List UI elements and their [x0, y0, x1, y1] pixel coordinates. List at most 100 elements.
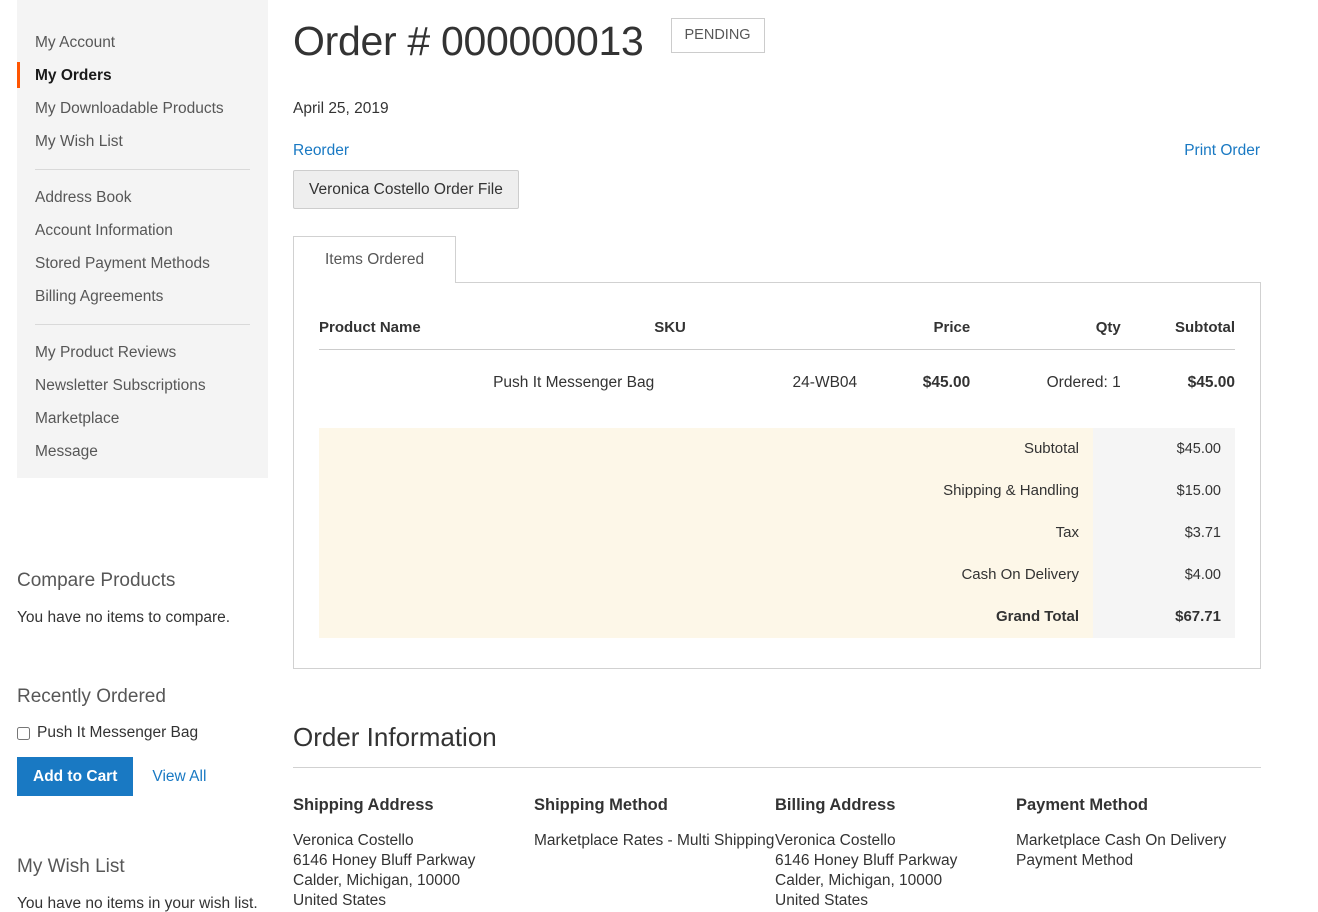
- items-table-header-row: Product Name SKU Price Qty Subtotal: [319, 283, 1235, 350]
- order-information-columns: Shipping Address Veronica Costello 6146 Ho…: [293, 795, 1261, 912]
- status-badge: PENDING: [670, 18, 765, 53]
- column-header-qty: Qty: [970, 283, 1121, 350]
- page-title: Order # 000000013: [293, 18, 644, 64]
- sidebar-item-my-wish-list[interactable]: My Wish List: [17, 125, 268, 158]
- sidebar-item-my-account[interactable]: My Account: [17, 26, 268, 59]
- sidebar-item-marketplace[interactable]: Marketplace: [17, 402, 268, 435]
- order-info-line: 6146 Honey Bluff Parkway: [775, 852, 958, 869]
- order-info-line: Marketplace Rates - Multi Shipping: [534, 832, 775, 849]
- totals-value: $15.00: [1093, 470, 1235, 512]
- column-header-subtotal: Subtotal: [1120, 283, 1235, 350]
- sidebar-item-billing-agreements[interactable]: Billing Agreements: [17, 280, 268, 313]
- totals-value: $67.71: [1093, 596, 1235, 638]
- items-table: Product Name SKU Price Qty Subtotal Push…: [319, 283, 1235, 416]
- order-info-line: Veronica Costello: [293, 832, 414, 849]
- items-ordered-panel: Product Name SKU Price Qty Subtotal Push…: [293, 282, 1261, 669]
- totals-row: Subtotal $45.00: [319, 428, 1235, 470]
- order-info-line: Calder, Michigan, 10000: [293, 872, 461, 889]
- cell-price: $45.00: [922, 374, 971, 391]
- view-all-link[interactable]: View All: [152, 768, 206, 786]
- sidebar-item-newsletter-subscriptions[interactable]: Newsletter Subscriptions: [17, 369, 268, 402]
- column-header-price: Price: [857, 283, 971, 350]
- order-info-column-shipping-method: Shipping Method Marketplace Rates - Multi…: [534, 795, 775, 912]
- compare-products-empty-text: You have no items to compare.: [17, 609, 231, 626]
- wishlist-block: My Wish List You have no items in your w…: [17, 856, 272, 912]
- order-tabs: Items Ordered Product Name SKU Price Qty…: [293, 236, 1261, 669]
- tab-items-ordered[interactable]: Items Ordered: [293, 236, 457, 283]
- reorder-link[interactable]: Reorder: [293, 142, 349, 160]
- items-table-head: Product Name SKU Price Qty Subtotal: [319, 283, 1235, 350]
- totals-label: Cash On Delivery: [319, 554, 1093, 596]
- recently-ordered-title: Recently Ordered: [17, 686, 166, 707]
- totals-label: Tax: [319, 512, 1093, 554]
- compare-products-title: Compare Products: [17, 570, 176, 591]
- sidebar-item-address-book[interactable]: Address Book: [17, 181, 268, 214]
- wishlist-empty-text: You have no items in your wish list.: [17, 895, 258, 912]
- order-info-body: Veronica Costello 6146 Honey Bluff Parkwa…: [775, 831, 1002, 912]
- sidebar-item-my-product-reviews[interactable]: My Product Reviews: [17, 336, 268, 369]
- order-main-content: Order # 000000013 PENDING April 25, 2019…: [293, 0, 1303, 912]
- order-view-page: My Account My Orders My Downloadable Produ…: [0, 0, 1318, 912]
- order-info-line: 6146 Honey Bluff Parkway: [293, 852, 476, 869]
- sidebar-divider: [35, 324, 250, 325]
- order-info-heading: Payment Method: [1016, 796, 1149, 814]
- order-info-line: United States: [775, 892, 869, 909]
- cell-product-name: Push It Messenger Bag: [493, 374, 655, 391]
- order-info-line: Veronica Costello: [775, 832, 896, 849]
- recently-ordered-actions: Add to Cart View All: [17, 757, 272, 796]
- sidebar-item-my-orders[interactable]: My Orders: [17, 59, 268, 92]
- order-info-body: Marketplace Rates - Multi Shipping: [534, 831, 775, 851]
- totals-table: Subtotal $45.00 Shipping & Handling $15.00 T…: [319, 428, 1235, 638]
- totals-label: Shipping & Handling: [319, 470, 1093, 512]
- sidebar-item-message[interactable]: Message: [17, 435, 268, 468]
- order-info-body: Veronica Costello 6146 Honey Bluff Parkwa…: [293, 831, 520, 912]
- account-nav: My Account My Orders My Downloadable Produ…: [17, 0, 268, 468]
- order-info-column-billing-address: Billing Address Veronica Costello 6146 Hon…: [775, 795, 1016, 912]
- print-order-link[interactable]: Print Order: [1184, 142, 1260, 160]
- column-header-sku: SKU: [654, 283, 858, 350]
- order-info-line: Marketplace Cash On Delivery: [1016, 832, 1227, 849]
- totals-row: Grand Total $67.71: [319, 596, 1235, 638]
- column-header-product-name: Product Name: [319, 283, 655, 350]
- totals-row: Tax $3.71: [319, 512, 1235, 554]
- recently-ordered-block: Recently Ordered Push It Messenger Bag A…: [17, 686, 272, 796]
- compare-products-block: Compare Products You have no items to co…: [17, 570, 272, 628]
- order-actions: Reorder Print Order: [293, 142, 1303, 162]
- totals-label: Subtotal: [319, 428, 1093, 470]
- order-info-line: United States: [293, 892, 387, 909]
- order-date: April 25, 2019: [293, 100, 389, 117]
- table-row: Push It Messenger Bag 24-WB04 $45.00 Ordere…: [319, 350, 1235, 417]
- order-info-line: Payment Method: [1016, 852, 1134, 869]
- recently-ordered-checkbox[interactable]: [17, 726, 30, 740]
- order-info-column-shipping-address: Shipping Address Veronica Costello 6146 Ho…: [293, 795, 534, 912]
- sidebar-item-stored-payment-methods[interactable]: Stored Payment Methods: [17, 247, 268, 280]
- recently-ordered-item: Push It Messenger Bag: [17, 724, 272, 742]
- sidebar-divider: [35, 169, 250, 170]
- totals-value: $45.00: [1093, 428, 1235, 470]
- totals-value: $4.00: [1093, 554, 1235, 596]
- totals-row: Shipping & Handling $15.00: [319, 470, 1235, 512]
- order-info-heading: Shipping Method: [534, 796, 668, 814]
- totals-value: $3.71: [1093, 512, 1235, 554]
- cell-subtotal: $45.00: [1187, 374, 1235, 391]
- account-sidebar: My Account My Orders My Downloadable Produ…: [17, 0, 268, 478]
- order-info-column-payment-method: Payment Method Marketplace Cash On Delive…: [1016, 795, 1257, 912]
- order-info-heading: Shipping Address: [293, 796, 434, 814]
- order-file-button[interactable]: Veronica Costello Order File: [293, 170, 519, 209]
- order-info-body: Marketplace Cash On Delivery Payment Meth…: [1016, 831, 1243, 871]
- items-table-body: Push It Messenger Bag 24-WB04 $45.00 Ordere…: [319, 350, 1235, 417]
- totals-table-body: Subtotal $45.00 Shipping & Handling $15.00 T…: [319, 428, 1235, 638]
- wishlist-title: My Wish List: [17, 856, 125, 877]
- totals-label: Grand Total: [319, 596, 1093, 638]
- add-to-cart-button[interactable]: Add to Cart: [17, 757, 134, 796]
- order-information-title: Order Information: [293, 721, 1261, 768]
- sidebar-item-account-information[interactable]: Account Information: [17, 214, 268, 247]
- order-info-line: Calder, Michigan, 10000: [775, 872, 943, 889]
- cell-sku: 24-WB04: [792, 374, 858, 391]
- totals-row: Cash On Delivery $4.00: [319, 554, 1235, 596]
- order-info-heading: Billing Address: [775, 796, 896, 814]
- order-title-row: Order # 000000013 PENDING: [293, 0, 1303, 69]
- tab-strip: Items Ordered: [293, 236, 1261, 283]
- recently-ordered-item-label[interactable]: Push It Messenger Bag: [37, 724, 198, 742]
- sidebar-item-my-downloadable-products[interactable]: My Downloadable Products: [17, 92, 268, 125]
